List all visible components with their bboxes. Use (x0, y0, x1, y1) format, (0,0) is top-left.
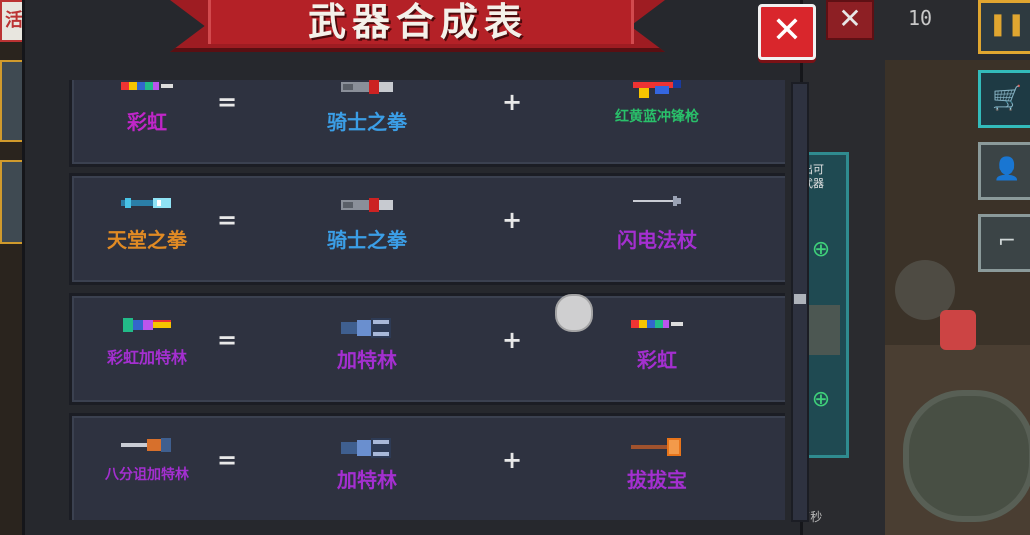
ingredient-a-weapon[interactable]: 加特林 (292, 416, 442, 520)
equals-sign: = (217, 206, 238, 234)
result-weapon[interactable]: 八分诅加特林 (72, 416, 222, 520)
stairs-button[interactable]: ⌐ (978, 214, 1030, 272)
scroll-thumb[interactable] (794, 294, 806, 304)
plunger-gatling-icon (119, 434, 175, 456)
lightning-staff-icon (629, 194, 685, 208)
knight-fist-icon (339, 80, 395, 98)
pause-icon: ❚❚ (988, 12, 1026, 37)
game-scene (885, 60, 1030, 535)
recipe-list[interactable]: 彩虹 = 骑士之拳 + 红黄蓝冲锋枪 天堂之拳 = 骑士之拳 + 闪电法杖 彩虹 (65, 80, 785, 520)
player-character (940, 310, 976, 350)
ingredient-b-name: 闪电法杖 (617, 228, 697, 252)
recipe-row: 彩虹 = 骑士之拳 + 红黄蓝冲锋枪 (69, 80, 785, 167)
stairs-icon: ⌐ (997, 229, 1017, 254)
recipe-row: 彩虹加特林 = 加特林 + 彩虹 (69, 293, 785, 405)
touch-indicator (555, 294, 593, 332)
scrollbar[interactable] (791, 82, 809, 522)
pause-button[interactable]: ❚❚ (978, 0, 1030, 54)
joystick[interactable] (903, 390, 1030, 522)
recipe-row: 天堂之拳 = 骑士之拳 + 闪电法杖 (69, 173, 785, 285)
character-button[interactable]: 👤 (978, 142, 1030, 200)
ingredient-a-name: 骑士之拳 (327, 228, 407, 252)
gatling-icon (339, 434, 395, 462)
equals-sign: = (217, 326, 238, 354)
ammo-count: 10 (908, 6, 933, 30)
close-button[interactable]: ✕ (758, 4, 816, 60)
equals-sign: = (217, 88, 238, 116)
person-icon: 👤 (993, 157, 1021, 182)
close-icon: ✕ (771, 10, 803, 51)
weapon-synthesis-modal: 武器合成表 ✕ 彩虹 = 骑士之拳 + 红黄蓝冲锋枪 天堂之拳 = 骑士之拳 + (22, 0, 816, 535)
close-icon: ✕ (838, 2, 862, 35)
cart-icon: 🛒 (992, 84, 1022, 112)
ingredient-b-name: 彩虹 (637, 348, 677, 372)
ingredient-b-weapon[interactable]: 闪电法杖 (572, 176, 742, 282)
heaven-fist-icon (119, 194, 175, 212)
ingredient-a-weapon[interactable]: 骑士之拳 (292, 80, 442, 164)
result-name: 天堂之拳 (107, 228, 187, 252)
recipe-row: 八分诅加特林 = 加特林 + 拔拔宝 (69, 413, 785, 520)
modal-title: 武器合成表 (307, 0, 528, 44)
result-weapon[interactable]: 彩虹 (72, 80, 222, 164)
ingredient-a-name: 加特林 (337, 468, 397, 492)
ingredient-b-name: 红黄蓝冲锋枪 (615, 109, 699, 125)
ingredient-a-weapon[interactable]: 加特林 (292, 296, 442, 402)
result-name: 彩虹 (127, 110, 167, 134)
rgb-smg-icon (629, 80, 685, 102)
rainbow-gun-icon (119, 80, 175, 96)
knight-fist-icon (339, 194, 395, 216)
plus-sign: + (502, 446, 523, 474)
zoom-icon[interactable]: ⊕ (804, 383, 838, 417)
ingredient-b-weapon[interactable]: 红黄蓝冲锋枪 (572, 80, 742, 164)
result-weapon[interactable]: 天堂之拳 (72, 176, 222, 282)
result-name: 彩虹加特林 (106, 348, 187, 367)
ingredient-b-name: 拔拔宝 (627, 468, 687, 492)
background-close-button[interactable]: ✕ (826, 0, 874, 40)
ingredient-a-name: 骑士之拳 (327, 110, 407, 134)
ingredient-b-weapon[interactable]: 拔拔宝 (572, 416, 742, 520)
plus-sign: + (502, 206, 523, 234)
gatling-icon (339, 314, 395, 342)
rainbow-gatling-icon (119, 314, 175, 336)
rainbow-gun-icon (629, 314, 685, 334)
left-tab-label: 活 (5, 10, 23, 31)
zoom-icon[interactable]: ⊕ (804, 233, 838, 267)
ingredient-a-name: 加特林 (337, 348, 397, 372)
plunger-icon (629, 434, 685, 460)
plus-sign: + (502, 88, 523, 116)
result-weapon[interactable]: 彩虹加特林 (72, 296, 222, 402)
result-name: 八分诅加特林 (105, 467, 189, 483)
plus-sign: + (502, 326, 523, 354)
ammo-counter: 10 (908, 6, 968, 66)
shop-button[interactable]: 🛒 (978, 70, 1030, 128)
ingredient-a-weapon[interactable]: 骑士之拳 (292, 176, 442, 282)
equals-sign: = (217, 446, 238, 474)
ingredient-b-weapon[interactable]: 彩虹 (572, 296, 742, 402)
